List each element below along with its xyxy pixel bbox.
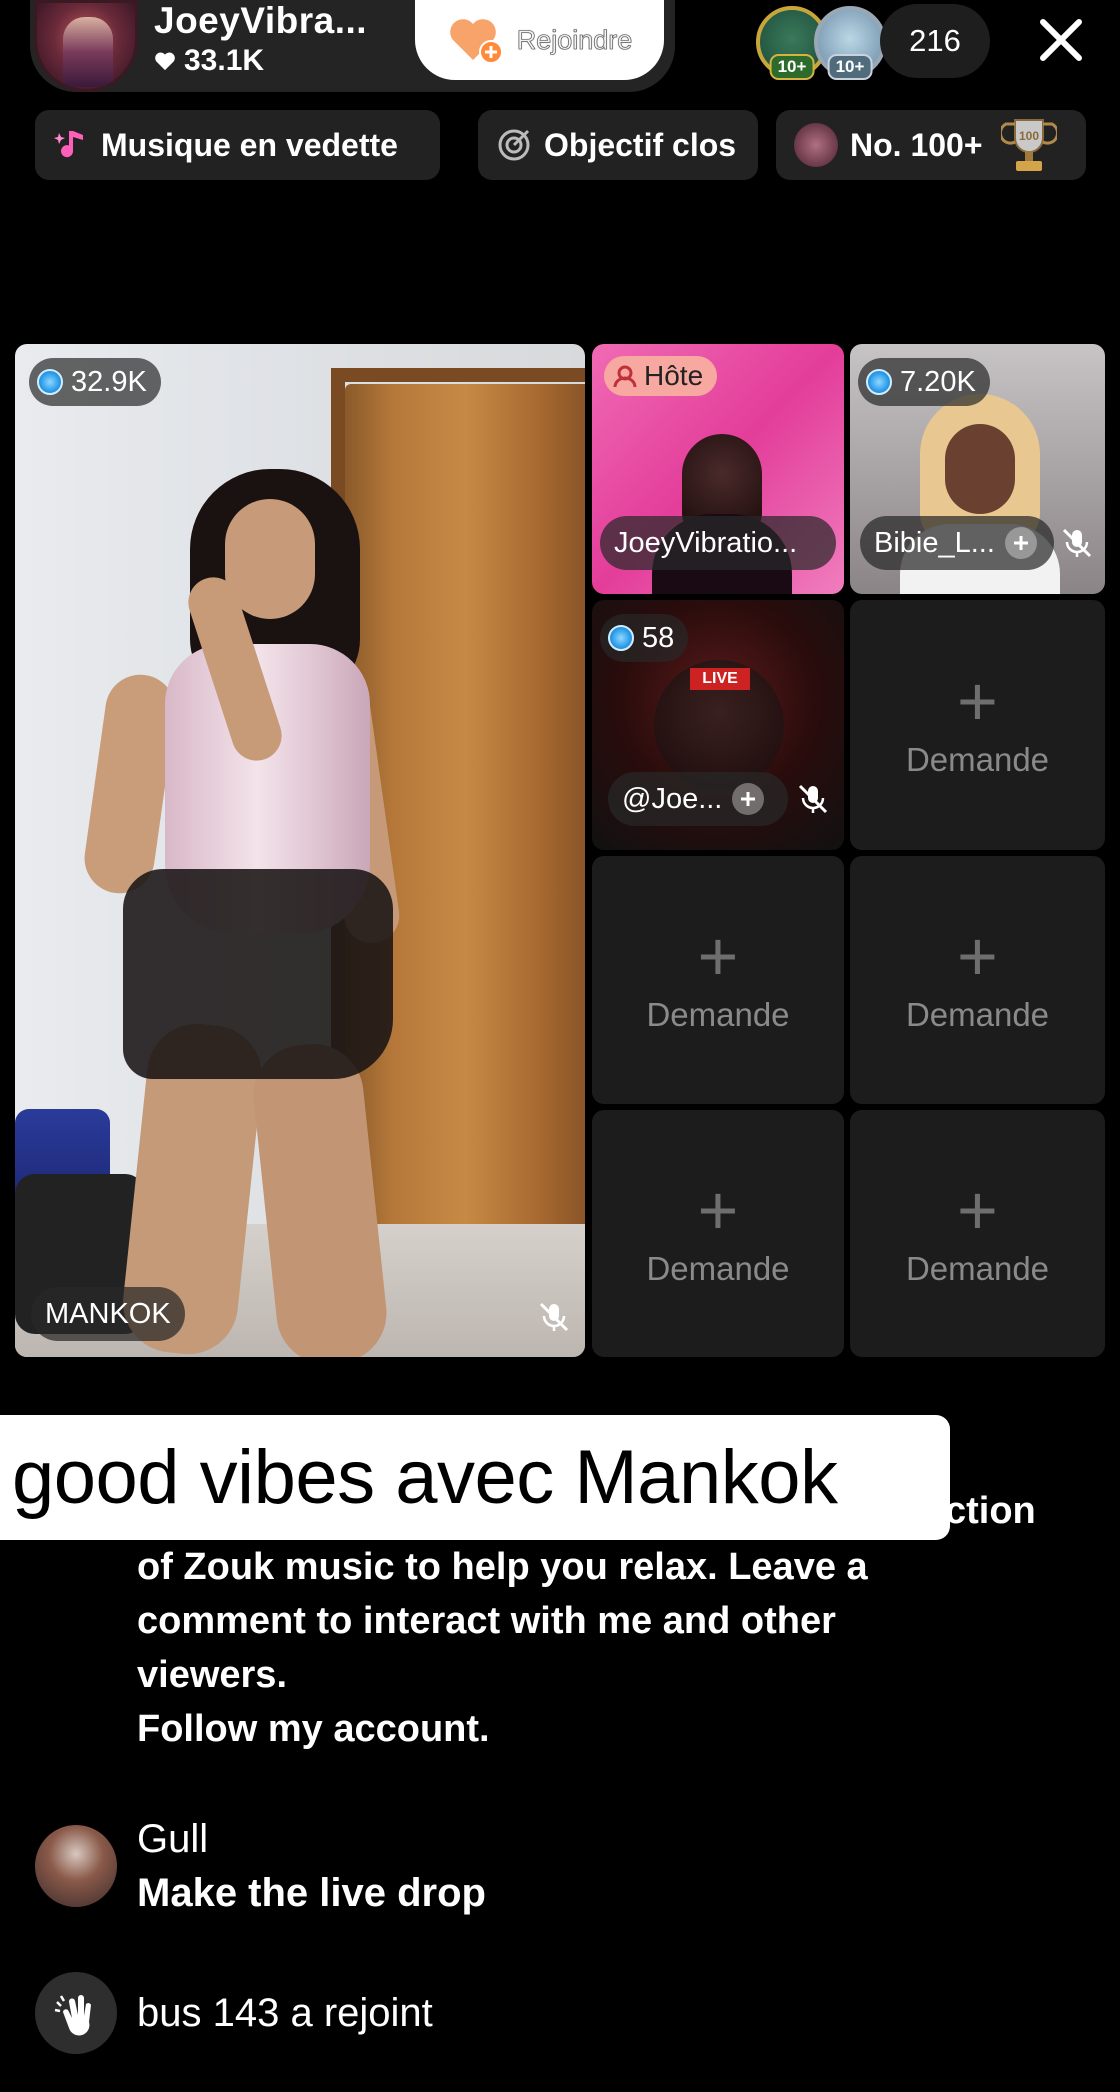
svg-text:100: 100	[1019, 129, 1039, 143]
host-name-pill[interactable]: JoeyVibratio...	[600, 516, 836, 570]
mic-muted-icon	[539, 1302, 569, 1332]
mic-muted-icon	[1062, 528, 1092, 558]
score-value: 32.9K	[71, 365, 147, 398]
featured-music-label: Musique en vedette	[101, 126, 398, 163]
plus-icon: +	[697, 1170, 739, 1249]
plus-icon: +	[957, 917, 998, 995]
description-tail: ction	[945, 1490, 1036, 1532]
goal-label: Objectif clos	[544, 126, 737, 163]
request-slot[interactable]: + Demande	[850, 1110, 1105, 1357]
heart-icon	[155, 52, 175, 71]
request-slot[interactable]: + Demande	[592, 856, 844, 1104]
trophy-icon: 100	[1000, 119, 1057, 171]
request-label: Demande	[646, 1249, 790, 1287]
host-likes: 33.1K	[154, 44, 264, 78]
gem-icon	[37, 369, 63, 395]
comment-text: Make the live drop	[137, 1871, 486, 1915]
mic-muted-icon	[798, 784, 828, 814]
music-note-icon	[54, 131, 83, 158]
chat-comment[interactable]: Gull Make the live drop	[35, 1812, 486, 1920]
request-slot[interactable]: + Demande	[850, 856, 1105, 1104]
request-slot[interactable]: + Demande	[850, 600, 1105, 850]
join-text: bus 143 a rejoint	[137, 1991, 433, 2035]
request-slot[interactable]: + Demande	[592, 1110, 844, 1357]
guest-name-pill[interactable]: MANKOK	[31, 1287, 185, 1341]
guest-video-tile[interactable]: LIVE 58 @Joe...	[592, 600, 844, 850]
guest-name: Bibie_L...	[874, 526, 995, 559]
score-badge: 58	[600, 614, 689, 662]
plus-icon: +	[957, 1170, 998, 1249]
target-icon	[498, 129, 530, 161]
close-icon[interactable]	[1035, 14, 1087, 66]
plus-icon[interactable]	[1004, 527, 1037, 559]
host-badge-label: Hôte	[644, 360, 704, 391]
score-badge: 7.20K	[858, 358, 990, 406]
gem-icon	[608, 625, 634, 651]
join-label: Rejoindre	[516, 24, 633, 55]
goal-chip[interactable]: Objectif clos	[478, 110, 758, 180]
stream-caption: good vibes avec Mankok	[0, 1415, 950, 1540]
guest-name-pill[interactable]: @Joe...	[608, 772, 788, 826]
host-video-tile[interactable]: Hôte JoeyVibratio...	[592, 344, 844, 594]
viewer-count[interactable]: 216	[880, 4, 990, 78]
plus-icon[interactable]	[732, 783, 765, 815]
plus-icon: +	[697, 917, 739, 995]
featured-music-chip[interactable]: Musique en vedette	[35, 110, 440, 180]
wave-hand-icon	[35, 1972, 117, 2054]
commenter-name[interactable]: Gull	[137, 1812, 486, 1866]
commenter-avatar[interactable]	[35, 1825, 117, 1907]
ranking-label: No. 100+	[850, 126, 983, 163]
guest-video-tile[interactable]: 7.20K Bibie_L...	[850, 344, 1105, 594]
guest-name: @Joe...	[622, 782, 723, 815]
request-label: Demande	[905, 741, 1050, 778]
likes-count: 33.1K	[184, 44, 265, 77]
score-value: 58	[642, 621, 675, 654]
host-tile-name: JoeyVibratio...	[614, 526, 798, 559]
gem-icon	[866, 369, 892, 395]
guest-name: MANKOK	[45, 1297, 171, 1330]
request-label: Demande	[905, 1249, 1050, 1287]
join-button[interactable]: Rejoindre	[415, 0, 664, 80]
plus-icon: +	[957, 662, 998, 740]
heart-plus-icon	[449, 19, 503, 64]
ranking-chip[interactable]: No. 100+ 100	[776, 110, 1086, 180]
host-icon	[613, 365, 637, 388]
stream-description: of Zouk music to help you relax. Leave a…	[137, 1546, 868, 1750]
viewer-badge: 10+	[827, 54, 873, 80]
host-name[interactable]: JoeyVibra...	[154, 0, 367, 42]
score-badge: 32.9K	[29, 358, 161, 406]
score-value: 7.20K	[900, 365, 976, 398]
live-poster: LIVE	[690, 668, 750, 690]
guest-name-pill[interactable]: Bibie_L...	[860, 516, 1054, 570]
host-badge: Hôte	[604, 356, 718, 396]
viewer-badge: 10+	[769, 54, 815, 80]
viewer-avatar[interactable]: 10+	[814, 6, 886, 80]
top-viewers[interactable]: 10+ 10+	[756, 6, 886, 80]
request-label: Demande	[905, 996, 1050, 1033]
main-video-tile[interactable]: 32.9K MANKOK	[15, 344, 585, 1357]
request-label: Demande	[646, 996, 790, 1033]
join-notification: bus 143 a rejoint	[35, 1972, 433, 2054]
ranking-avatar	[794, 123, 838, 167]
